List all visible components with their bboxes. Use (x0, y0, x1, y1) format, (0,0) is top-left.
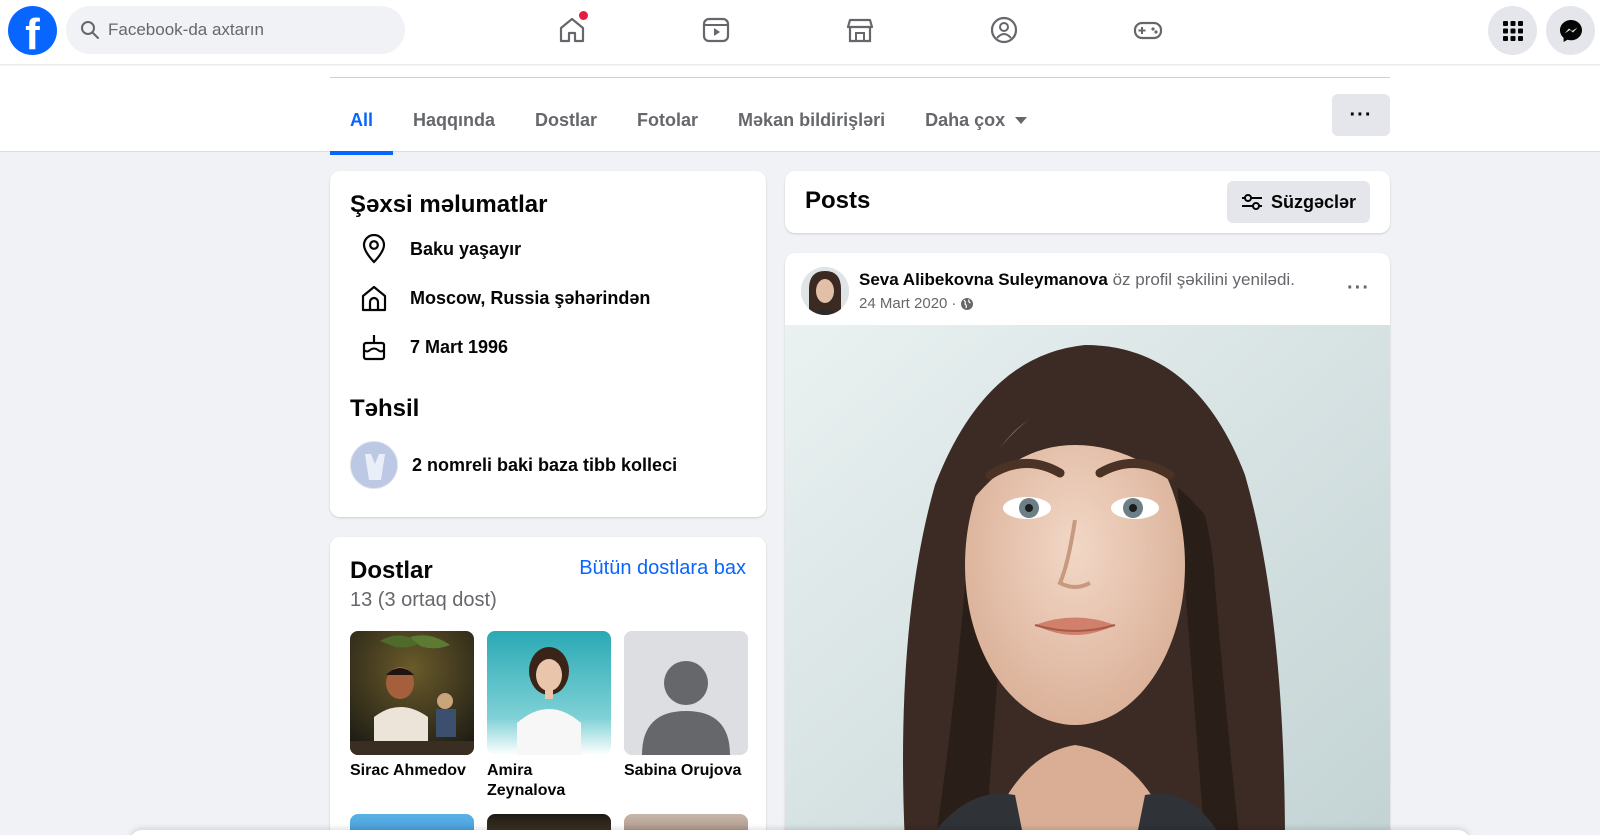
tab-label: Məkan bildirişləri (738, 109, 886, 130)
search-icon (81, 21, 99, 39)
post-author-avatar[interactable] (801, 267, 849, 315)
profile-tabs: All Haqqında Dostlar Fotolar Məkan bildi… (330, 88, 1047, 155)
post-options-button[interactable]: ··· (1347, 277, 1370, 300)
tab-label: Dostlar (535, 109, 598, 130)
friend-name[interactable]: Sabina Orujova (624, 761, 748, 781)
tab-photos[interactable]: Fotolar (617, 88, 718, 152)
globe-icon (961, 297, 974, 310)
friend-photo-image (350, 631, 474, 755)
friend-item[interactable]: Amira Zeynalova (487, 631, 611, 801)
school-avatar (350, 441, 398, 489)
post-action-text: öz profil şəkilini yenilədi. (1112, 270, 1295, 289)
notification-dot (579, 11, 588, 20)
location-pin-icon (362, 234, 386, 264)
nav-home[interactable] (548, 8, 596, 52)
friend-photo-image (487, 631, 611, 755)
facebook-logo[interactable]: f (8, 6, 57, 55)
tab-all[interactable]: All (330, 88, 394, 155)
tab-label: Daha çox (925, 109, 1006, 130)
default-avatar-icon (624, 631, 748, 755)
profile-tabs-bar: All Haqqında Dostlar Fotolar Məkan bildi… (0, 64, 1600, 155)
post-date[interactable]: 24 Mart 2020 (859, 295, 947, 312)
school-placeholder-icon (351, 442, 397, 488)
friend-photo[interactable] (487, 631, 611, 755)
tab-label: All (350, 109, 374, 130)
tab-label: Haqqında (413, 109, 496, 130)
info-text: 2 nomreli baki baza tibb kolleci (412, 454, 678, 475)
marketplace-icon (846, 18, 874, 43)
personal-info-card: Şəxsi məlumatlar Baku yaşayır Moscow, Ru… (330, 171, 766, 517)
grid-menu-icon (1502, 20, 1523, 41)
filters-label: Süzgəclər (1270, 191, 1356, 212)
post-meta: 24 Mart 2020 · (859, 295, 974, 312)
education-title: Təhsil (350, 395, 420, 422)
filters-button[interactable]: Süzgəclər (1226, 181, 1370, 223)
filter-sliders-icon (1241, 194, 1262, 210)
messenger-icon (1559, 19, 1582, 42)
post-author-name[interactable]: Seva Alibekovna Suleymanova (859, 270, 1108, 289)
posts-header-card: Posts Süzgəclər (785, 171, 1390, 233)
top-navigation-bar: f (0, 0, 1600, 64)
groups-icon (990, 16, 1018, 44)
nav-marketplace[interactable] (836, 8, 884, 52)
nav-gaming[interactable] (1124, 8, 1172, 52)
tab-friends[interactable]: Dostlar (515, 88, 617, 152)
info-row-from: Moscow, Russia şəhərindən (330, 278, 766, 318)
post-photo-image (785, 325, 1390, 835)
info-text: 7 Mart 1996 (410, 336, 509, 357)
info-text: Baku yaşayır (410, 238, 522, 259)
friends-title: Dostlar (350, 557, 433, 584)
info-row-education[interactable]: 2 nomreli baki baza tibb kolleci (330, 441, 766, 489)
friends-card: Dostlar Bütün dostlara bax 13 (3 ortaq d… (330, 537, 766, 835)
profile-more-button[interactable]: ··· (1332, 94, 1390, 136)
post-photo[interactable] (785, 325, 1390, 835)
friend-photo[interactable] (350, 631, 474, 755)
post-header: Seva Alibekovna Suleymanova öz profil şə… (859, 269, 1295, 291)
video-icon (702, 17, 730, 43)
caret-down-icon (1015, 116, 1028, 124)
post-card: Seva Alibekovna Suleymanova öz profil şə… (785, 253, 1390, 835)
friend-name[interactable]: Amira Zeynalova (487, 761, 611, 801)
tab-check-ins[interactable]: Məkan bildirişləri (718, 88, 905, 152)
tab-label: Fotolar (637, 109, 699, 130)
see-all-friends-link[interactable]: Bütün dostlara bax (579, 557, 746, 580)
friend-name[interactable]: Sirac Ahmedov (350, 761, 474, 781)
friends-count: 13 (3 ortaq dost) (350, 589, 497, 611)
tab-about[interactable]: Haqqında (393, 88, 515, 152)
bottom-panel-edge (130, 830, 1470, 835)
info-text: Moscow, Russia şəhərindən (410, 287, 651, 308)
tab-more[interactable]: Daha çox (905, 88, 1047, 152)
posts-title: Posts (805, 187, 871, 214)
separator: · (951, 295, 957, 312)
friend-item[interactable]: Sirac Ahmedov (350, 631, 474, 781)
nav-video[interactable] (692, 8, 740, 52)
menu-button[interactable] (1488, 6, 1537, 55)
divider (330, 77, 1390, 78)
search-input[interactable] (108, 20, 388, 40)
friend-photo[interactable] (624, 631, 748, 755)
gaming-icon (1133, 21, 1163, 40)
info-row-birthday: 7 Mart 1996 (330, 327, 766, 367)
nav-groups[interactable] (980, 8, 1028, 52)
personal-info-title: Şəxsi məlumatlar (350, 191, 548, 218)
home-icon (361, 285, 387, 312)
avatar-image (801, 267, 849, 315)
info-row-lives-in: Baku yaşayır (330, 229, 766, 269)
messenger-button[interactable] (1546, 6, 1595, 55)
friend-item[interactable]: Sabina Orujova (624, 631, 748, 781)
birthday-cake-icon (362, 335, 386, 361)
search-box[interactable] (66, 6, 405, 54)
